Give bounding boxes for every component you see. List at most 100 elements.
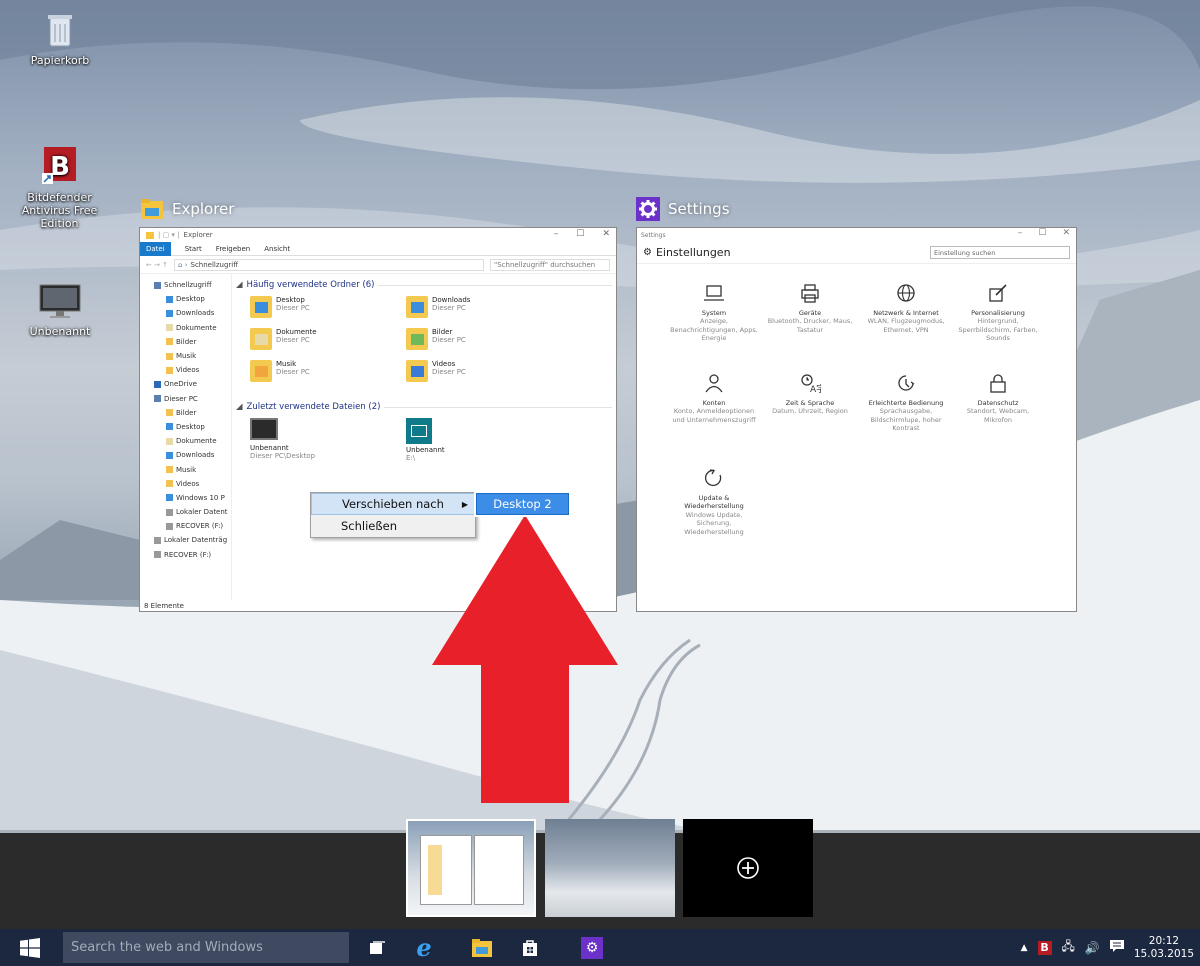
chevron-up-icon[interactable]: ▲ (1021, 943, 1028, 953)
task-view-icon[interactable] (358, 929, 398, 966)
group-header-frequent[interactable]: ◢ Häufig verwendete Ordner (6) (236, 278, 612, 292)
folder-icon (250, 360, 272, 382)
refresh-icon (704, 469, 722, 487)
group-header-recent[interactable]: ◢ Zuletzt verwendete Dateien (2) (236, 400, 612, 414)
recent-file-item[interactable]: Unbenannt Dieser PC\Desktop (250, 418, 315, 460)
edge-icon[interactable]: e (404, 929, 444, 966)
windows-logo-icon (20, 937, 40, 958)
nav-item[interactable]: Dieser PC (140, 392, 231, 406)
ribbon-tab-start[interactable]: Start (185, 245, 202, 253)
explorer-search-input[interactable]: "Schnellzugriff" durchsuchen (490, 258, 610, 271)
folder-icon (154, 551, 161, 559)
menu-item-move-to[interactable]: Verschieben nach ▶ (311, 493, 475, 515)
settings-category[interactable]: Geräte Bluetooth, Drucker, Maus, Tastatur (765, 283, 855, 334)
recent-file-item[interactable]: Unbenannt E:\ (406, 418, 445, 462)
settings-category[interactable]: A字Zeit & SpracheDatum, Uhrzeit, Region (765, 373, 855, 416)
volume-icon[interactable]: 🔊 (1085, 941, 1100, 955)
desktop-2-thumbnail[interactable] (545, 819, 675, 917)
monitor-image-icon (250, 418, 278, 440)
settings-icon[interactable]: ⚙ (572, 929, 612, 966)
settings-window-thumbnail[interactable]: Settings – ☐ ✕ ⚙ Einstellungen Einstellung… (636, 227, 1077, 612)
nav-item[interactable]: Desktop (140, 292, 231, 306)
chevron-right-icon: ▶ (461, 499, 468, 509)
desktop-icon-bitdefender[interactable]: B Bitdefender Antivirus Free Edition (2, 145, 117, 230)
svg-text:B: B (50, 152, 70, 182)
frequent-folder-item[interactable]: Desktop Dieser PC (250, 296, 310, 318)
frequent-folder-item[interactable]: Musik Dieser PC (250, 360, 310, 382)
file-explorer-icon (140, 197, 164, 221)
explorer-titlebar: | ▢ ▾ | Explorer – ☐ ✕ (140, 228, 616, 242)
desktop-icon-recycle-bin[interactable]: Papierkorb (10, 12, 110, 67)
taskview-settings-title[interactable]: Settings (636, 197, 730, 221)
frequent-folder-item[interactable]: Bilder Dieser PC (406, 328, 466, 350)
gear-icon: ⚙ (643, 247, 652, 258)
ribbon-tab-datei[interactable]: Datei (140, 241, 171, 256)
nav-item[interactable]: Bilder (140, 335, 231, 349)
address-input[interactable]: ⌂ › Schnellzugriff (174, 258, 484, 271)
close-icon[interactable]: ✕ (1062, 228, 1070, 238)
nav-item[interactable]: Videos (140, 363, 231, 377)
settings-search-input[interactable]: Einstellung suchen (930, 246, 1070, 259)
folder-icon (250, 296, 272, 318)
desktop-icon-label: Unbenannt (29, 325, 91, 338)
nav-item[interactable]: Videos (140, 477, 231, 491)
nav-item[interactable]: Dokumente (140, 321, 231, 335)
nav-item[interactable]: Lokaler Datenträg (140, 533, 231, 547)
nav-item[interactable]: Windows 10 P (140, 491, 231, 505)
laptop-icon (704, 285, 724, 301)
taskbar-search-input[interactable]: Search the web and Windows (63, 932, 349, 963)
ease-of-access-icon (898, 375, 915, 391)
nav-item[interactable]: Musik (140, 349, 231, 363)
desktop-icon-unbenannt[interactable]: Unbenannt (10, 283, 110, 338)
taskbar: Search the web and Windows e ⚙ ▲ B 🖧 🔊 2… (0, 929, 1200, 966)
ribbon-tab-ansicht[interactable]: Ansicht (264, 245, 290, 253)
nav-item[interactable]: OneDrive (140, 377, 231, 391)
network-icon[interactable]: 🖧 (1062, 937, 1075, 958)
taskview-window-label: Settings (668, 200, 730, 218)
file-explorer-icon[interactable] (462, 929, 502, 966)
nav-item[interactable]: Schnellzugriff (140, 278, 231, 292)
action-center-icon[interactable] (1109, 940, 1124, 955)
maximize-icon[interactable]: ☐ (576, 229, 584, 239)
system-tray: ▲ B 🖧 🔊 20:12 15.03.2015 (1021, 929, 1200, 966)
folder-icon (154, 536, 161, 544)
settings-category[interactable]: Personalisierung Hintergrund, Sperrbildsc… (953, 283, 1043, 343)
new-desktop-button[interactable] (683, 819, 813, 917)
taskview-window-label: Explorer (172, 200, 235, 218)
settings-category[interactable]: Konten Konto, Anmeldeoptionen und Unterne… (669, 373, 759, 424)
menu-item-close[interactable]: Schließen (311, 515, 475, 537)
clock[interactable]: 20:12 15.03.2015 (1134, 935, 1194, 961)
folder-icon (166, 352, 173, 360)
submenu-item-desktop-2[interactable]: Desktop 2 (476, 493, 569, 515)
taskview-explorer-title[interactable]: Explorer (140, 197, 234, 221)
maximize-icon[interactable]: ☐ (1038, 228, 1046, 238)
start-button[interactable] (0, 929, 60, 966)
settings-category[interactable]: Erleichterte Bedienung Sprachausgabe, Bil… (861, 373, 951, 433)
recycle-bin-icon (10, 12, 110, 51)
close-icon[interactable]: ✕ (602, 229, 610, 239)
frequent-folder-item[interactable]: Downloads Dieser PC (406, 296, 470, 318)
nav-item[interactable]: Dokumente (140, 434, 231, 448)
nav-item[interactable]: Desktop (140, 420, 231, 434)
nav-arrows-icon[interactable]: ← → ↑ (146, 261, 168, 269)
nav-item[interactable]: Lokaler Datent (140, 505, 231, 519)
nav-item[interactable]: RECOVER (F:) (140, 548, 231, 562)
minimize-icon[interactable]: – (554, 229, 559, 239)
settings-category[interactable]: Netzwerk & Internet WLAN, Flugzeugmodus, … (861, 283, 951, 334)
settings-category[interactable]: Update & Wiederherstellung Windows Update… (669, 468, 759, 536)
frequent-folder-item[interactable]: Dokumente Dieser PC (250, 328, 317, 350)
nav-item[interactable]: Downloads (140, 448, 231, 462)
minimize-icon[interactable]: – (1018, 228, 1023, 238)
bitdefender-tray-icon[interactable]: B (1037, 940, 1052, 955)
settings-category[interactable]: System Anzeige, Benachrichtigungen, Apps,… (669, 283, 759, 343)
ribbon-tab-freigeben[interactable]: Freigeben (216, 245, 250, 253)
folder-icon (250, 328, 272, 350)
nav-item[interactable]: Downloads (140, 306, 231, 320)
nav-item[interactable]: Bilder (140, 406, 231, 420)
desktop-1-thumbnail[interactable] (406, 819, 536, 917)
settings-category[interactable]: Datenschutz Standort, Webcam, Mikrofon (953, 373, 1043, 424)
store-icon[interactable] (510, 929, 550, 966)
nav-item[interactable]: Musik (140, 462, 231, 476)
nav-item[interactable]: RECOVER (F:) (140, 519, 231, 533)
frequent-folder-item[interactable]: Videos Dieser PC (406, 360, 466, 382)
